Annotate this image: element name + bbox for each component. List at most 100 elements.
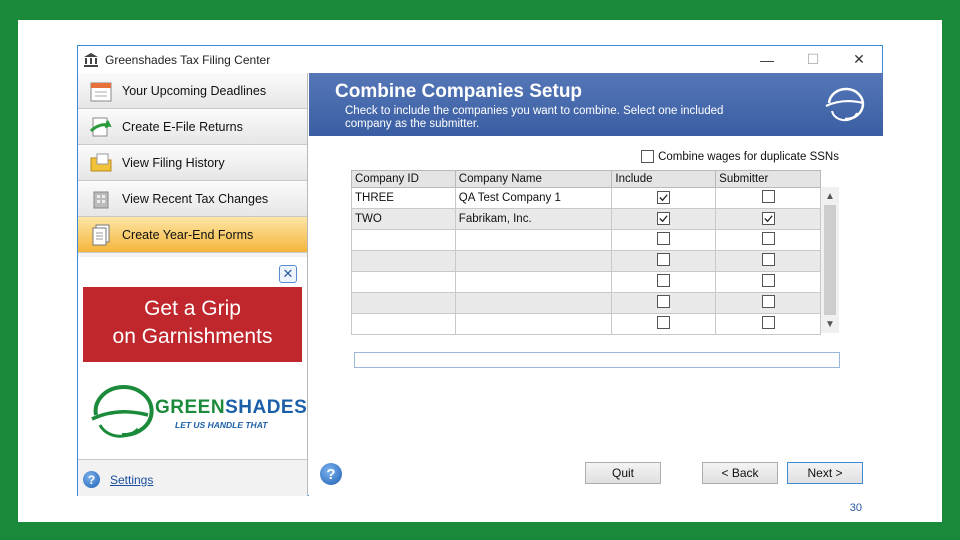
page-title: Combine Companies Setup	[335, 81, 583, 102]
folder-icon	[88, 150, 114, 176]
efile-icon	[88, 114, 114, 140]
nav-item-2[interactable]: View Filing History	[78, 145, 307, 181]
submitter-checkbox[interactable]	[761, 295, 775, 308]
nav-item-label: View Recent Tax Changes	[122, 191, 269, 206]
slide: Greenshades Tax Filing Center — ☐ ✕ Your…	[18, 20, 942, 522]
cell-company-name: Fabrikam, Inc.	[454, 208, 613, 230]
scroll-down-icon[interactable]: ▼	[821, 315, 839, 333]
cell-include	[611, 229, 717, 251]
companies-grid: Company ID Company Name Include Submitte…	[351, 170, 839, 335]
table-body: THREE QA Test Company 1 TWO Fabrikam, Inc.	[351, 187, 821, 335]
table-header-row: Company ID Company Name Include Submitte…	[351, 170, 821, 188]
window-title: Greenshades Tax Filing Center	[105, 52, 271, 67]
close-icon[interactable]: ✕	[279, 265, 297, 283]
minimize-button[interactable]: —	[744, 46, 790, 73]
grid-scrollbar[interactable]: ▲ ▼	[821, 187, 839, 333]
scroll-up-icon[interactable]: ▲	[821, 187, 839, 205]
calendar-icon	[88, 78, 114, 104]
help-icon[interactable]: ?	[320, 463, 342, 485]
include-checkbox[interactable]	[657, 253, 671, 266]
cell-company-name	[454, 250, 613, 272]
table-row[interactable]	[351, 229, 821, 251]
help-icon[interactable]: ?	[83, 471, 100, 488]
combine-wages-row: Combine wages for duplicate SSNs	[641, 150, 839, 163]
cell-include	[611, 313, 717, 335]
close-button[interactable]: ✕	[836, 46, 882, 73]
table-row[interactable]	[351, 313, 821, 335]
page-header: Combine Companies Setup Check to include…	[309, 73, 883, 136]
submitter-checkbox[interactable]	[761, 316, 775, 329]
cell-include	[611, 292, 717, 314]
combine-wages-checkbox[interactable]	[641, 150, 655, 163]
settings-link[interactable]: Settings	[110, 473, 153, 487]
nav-item-4[interactable]: Create Year-End Forms	[78, 217, 307, 253]
include-checkbox[interactable]	[657, 316, 671, 329]
cell-submitter	[715, 271, 821, 293]
submitter-checkbox[interactable]	[761, 211, 775, 225]
slide-number: 30	[849, 502, 862, 514]
table-row[interactable]: TWO Fabrikam, Inc.	[351, 208, 821, 230]
column-header-company-name[interactable]: Company Name	[454, 170, 613, 188]
building-icon	[88, 186, 114, 212]
nav-item-0[interactable]: Your Upcoming Deadlines	[78, 73, 307, 109]
bank-icon	[84, 52, 98, 67]
cell-company-name	[454, 313, 613, 335]
forms-icon	[88, 222, 114, 248]
next-button[interactable]: Next >	[787, 462, 863, 484]
cell-company-name	[454, 271, 613, 293]
cell-submitter	[715, 292, 821, 314]
quit-button[interactable]: Quit	[585, 462, 661, 484]
cell-company-id	[351, 250, 456, 272]
cell-company-id	[351, 292, 456, 314]
include-checkbox[interactable]	[657, 190, 671, 204]
column-header-include[interactable]: Include	[611, 170, 717, 188]
nav-list: Your Upcoming Deadlines Create E-File Ret…	[78, 73, 307, 253]
cell-include	[611, 250, 717, 272]
cell-submitter	[715, 187, 821, 209]
submitter-checkbox[interactable]	[761, 274, 775, 287]
progress-bar	[354, 352, 840, 368]
include-checkbox[interactable]	[657, 232, 671, 245]
cell-company-name	[454, 229, 613, 251]
cell-submitter	[715, 229, 821, 251]
cell-include	[611, 271, 717, 293]
include-checkbox[interactable]	[657, 274, 671, 287]
ad-banner-line1: Get a Grip	[144, 297, 241, 320]
cell-submitter	[715, 250, 821, 272]
submitter-checkbox[interactable]	[761, 232, 775, 245]
title-bar: Greenshades Tax Filing Center — ☐ ✕	[78, 46, 882, 73]
include-checkbox[interactable]	[657, 211, 671, 225]
companies-table: Company ID Company Name Include Submitte…	[351, 170, 821, 335]
nav-item-3[interactable]: View Recent Tax Changes	[78, 181, 307, 217]
back-button[interactable]: < Back	[702, 462, 778, 484]
nav-item-label: Create E-File Returns	[122, 119, 243, 134]
cell-company-id	[351, 229, 456, 251]
column-header-submitter[interactable]: Submitter	[715, 170, 821, 188]
table-row[interactable]	[351, 292, 821, 314]
table-row[interactable]: THREE QA Test Company 1	[351, 187, 821, 209]
settings-row: ? Settings	[78, 463, 307, 496]
main-panel: Combine Companies Setup Check to include…	[309, 73, 883, 496]
cell-include	[611, 187, 717, 209]
left-panel: Your Upcoming Deadlines Create E-File Ret…	[78, 73, 308, 496]
combine-wages-label: Combine wages for duplicate SSNs	[658, 150, 839, 163]
table-row[interactable]	[351, 250, 821, 272]
cell-company-id: TWO	[351, 208, 456, 230]
cell-company-id	[351, 271, 456, 293]
app-window: Greenshades Tax Filing Center — ☐ ✕ Your…	[77, 45, 883, 496]
column-header-company-id[interactable]: Company ID	[351, 170, 456, 188]
cell-company-id	[351, 313, 456, 335]
submitter-checkbox[interactable]	[761, 253, 775, 266]
ad-banner-line2: on Garnishments	[112, 325, 273, 348]
include-checkbox[interactable]	[657, 295, 671, 308]
maximize-button[interactable]: ☐	[790, 46, 836, 73]
submitter-checkbox[interactable]	[761, 190, 775, 203]
ad-banner[interactable]: Get a Grip on Garnishments	[83, 287, 302, 362]
cell-include	[611, 208, 717, 230]
cell-company-id: THREE	[351, 187, 456, 209]
table-row[interactable]	[351, 271, 821, 293]
ad-brand: GREENSHADES	[155, 397, 308, 418]
nav-item-1[interactable]: Create E-File Returns	[78, 109, 307, 145]
cell-company-name	[454, 292, 613, 314]
scroll-thumb[interactable]	[824, 205, 836, 315]
